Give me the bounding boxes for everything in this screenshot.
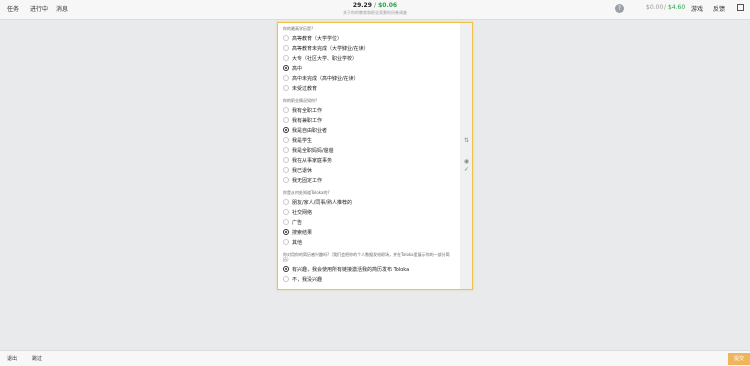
radio-option[interactable]: 高中未完成（高中肄业/在读） [283, 73, 455, 83]
radio-unchecked-icon[interactable] [283, 75, 289, 81]
radio-option[interactable]: 朋友/家人/同事/熟人推荐的 [283, 197, 455, 207]
radio-option[interactable]: 我有全职工作 [283, 105, 455, 115]
radio-option-label: 社交网络 [292, 209, 313, 216]
nav-games[interactable]: 游戏 [691, 4, 703, 13]
question-label: 你的职业情况如何? [283, 98, 318, 103]
radio-unchecked-icon[interactable] [283, 117, 289, 123]
radio-option-label: 高中 [292, 65, 303, 72]
radio-option[interactable]: 不，我没兴趣 [283, 274, 455, 284]
radio-option[interactable]: 高等教育（大学学位） [283, 33, 455, 43]
radio-unchecked-icon[interactable] [283, 219, 289, 225]
check-icon: ✓ [463, 166, 470, 173]
balance-pending: $0.00 [646, 4, 664, 11]
radio-option-label: 大专（社区大学、职业学校） [292, 55, 358, 62]
radio-unchecked-icon[interactable] [283, 199, 289, 205]
survey-content: 你的最高学历是? 高等教育（大学学位） 高等教育未完成（大学肄业/在读） 大专（社区大… [283, 26, 455, 284]
radio-unchecked-icon[interactable] [283, 177, 289, 183]
radio-option[interactable]: 我是全职妈妈/爸爸 [283, 145, 455, 155]
radio-option[interactable]: 高等教育未完成（大学肄业/在读） [283, 43, 455, 53]
radio-checked-icon[interactable] [283, 127, 289, 133]
task-counter-separator: / [373, 2, 377, 9]
exit-button[interactable]: 退出 [7, 355, 17, 362]
radio-option[interactable]: 高中 [283, 63, 455, 73]
radio-checked-icon[interactable] [283, 65, 289, 71]
top-bar: 任务 进行中 消息 29.29 / $0.06 关于你的教育和职业背景的问卷调查… [0, 0, 750, 20]
radio-option[interactable]: 我是自由职业者 [283, 125, 455, 135]
radio-unchecked-icon[interactable] [283, 55, 289, 61]
radio-option-label: 有兴趣，我会使用所有链接激活我的简历发布 Toloka [292, 266, 410, 273]
radio-option[interactable]: 其他 [283, 237, 455, 247]
radio-option[interactable]: 我有兼职工作 [283, 115, 455, 125]
radio-option-label: 我有全职工作 [292, 107, 323, 114]
task-reward: $0.06 [378, 2, 398, 9]
task-counter-main: 29.29 [352, 2, 372, 9]
radio-unchecked-icon[interactable] [283, 209, 289, 215]
sort-icon[interactable]: ⇅ [463, 137, 470, 144]
radio-option-label: 未受过教育 [292, 85, 318, 92]
radio-option-label: 高中未完成（高中肄业/在读） [292, 75, 359, 82]
radio-option[interactable]: 广告 [283, 217, 455, 227]
radio-unchecked-icon[interactable] [283, 137, 289, 143]
radio-unchecked-icon[interactable] [283, 157, 289, 163]
eye-icon[interactable]: ◉ [463, 158, 470, 165]
radio-option[interactable]: 我是学生 [283, 135, 455, 145]
radio-unchecked-icon[interactable] [283, 167, 289, 173]
radio-option-label: 我无固定工作 [292, 177, 323, 184]
radio-checked-icon[interactable] [283, 229, 289, 235]
help-icon[interactable]: ? [615, 4, 624, 13]
radio-unchecked-icon[interactable] [283, 85, 289, 91]
balance-available: $4.60 [668, 4, 686, 11]
fullscreen-icon[interactable] [737, 4, 744, 11]
submit-button[interactable]: 提交 [728, 353, 750, 365]
task-sidebar: ⇅ ◉ ✓ [460, 23, 472, 289]
radio-option[interactable]: 我在从事家庭事务 [283, 155, 455, 165]
radio-option[interactable]: 社交网络 [283, 207, 455, 217]
radio-option[interactable]: 未受过教育 [283, 83, 455, 93]
radio-option[interactable]: 大专（社区大学、职业学校） [283, 53, 455, 63]
task-description: 关于你的教育和职业背景的问卷调查 [343, 10, 407, 15]
radio-unchecked-icon[interactable] [283, 107, 289, 113]
question-label: 你是从何处知道Toloka的? [283, 190, 330, 195]
radio-unchecked-icon[interactable] [283, 276, 289, 282]
radio-option-label: 其他 [292, 239, 303, 246]
radio-option-label: 搜索结果 [292, 229, 313, 236]
survey-card: 你的最高学历是? 高等教育（大学学位） 高等教育未完成（大学肄业/在读） 大专（社区大… [277, 22, 473, 290]
radio-option-label: 我是全职妈妈/爸爸 [292, 147, 334, 154]
radio-option-label: 不，我没兴趣 [292, 276, 323, 283]
radio-option[interactable]: 我已退休 [283, 165, 455, 175]
question-label: 你的最高学历是? [283, 26, 314, 31]
nav-feedback[interactable]: 反馈 [713, 4, 725, 13]
radio-option[interactable]: 搜索结果 [283, 227, 455, 237]
radio-option-label: 朋友/家人/同事/熟人推荐的 [292, 199, 353, 206]
radio-option-label: 高等教育（大学学位） [292, 35, 343, 42]
radio-option-label: 我是自由职业者 [292, 127, 328, 134]
radio-option-label: 我是学生 [292, 137, 313, 144]
radio-unchecked-icon[interactable] [283, 35, 289, 41]
skip-button[interactable]: 跳过 [32, 355, 42, 362]
radio-unchecked-icon[interactable] [283, 239, 289, 245]
radio-option-label: 高等教育未完成（大学肄业/在读） [292, 45, 369, 52]
radio-unchecked-icon[interactable] [283, 45, 289, 51]
task-counter: 29.29 / $0.06 [0, 2, 750, 9]
radio-option[interactable]: 我无固定工作 [283, 175, 455, 185]
radio-unchecked-icon[interactable] [283, 147, 289, 153]
radio-option-label: 我有兼职工作 [292, 117, 323, 124]
balance-separator: / [664, 4, 667, 11]
radio-checked-icon[interactable] [283, 266, 289, 272]
radio-option-label: 我在从事家庭事务 [292, 157, 333, 164]
radio-option-label: 我已退休 [292, 167, 313, 174]
bottom-bar: 退出 跳过 提交 [0, 350, 750, 366]
radio-option-label: 广告 [292, 219, 303, 226]
radio-option[interactable]: 有兴趣，我会使用所有链接激活我的简历发布 Toloka [283, 264, 455, 274]
question-label: 你对用你的简历感兴趣吗?（我们会把你的个人数据发给职场，并在Toloka里展示你… [283, 252, 450, 262]
